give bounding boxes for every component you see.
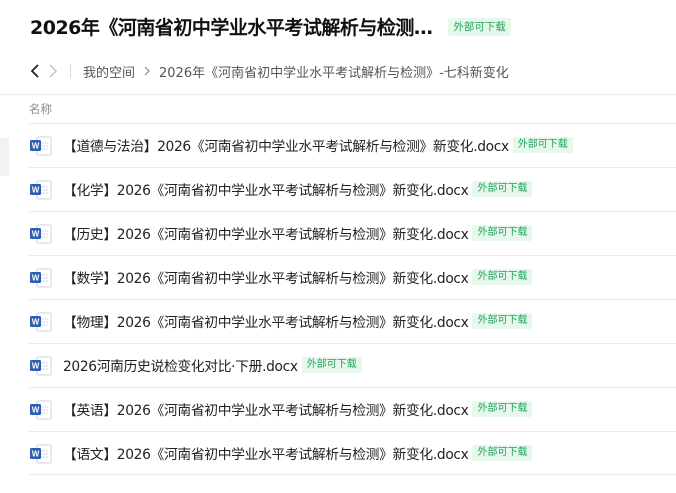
external-download-badge: 外部可下载 [472, 313, 533, 329]
row-divider [29, 123, 676, 124]
file-name[interactable]: 【化学】2026《河南省初中学业水平考试解析与检测》新变化.docx [63, 179, 469, 199]
word-doc-icon: W [30, 268, 52, 288]
list-item[interactable]: W 【化学】2026《河南省初中学业水平考试解析与检测》新变化.docx 外部可… [0, 167, 676, 211]
list-item[interactable]: W 【道德与法治】2026《河南省初中学业水平考试解析与检测》新变化.docx … [0, 123, 676, 167]
file-name[interactable]: 【物理】2026《河南省初中学业水平考试解析与检测》新变化.docx [63, 311, 469, 331]
word-doc-icon: W [30, 444, 52, 464]
external-download-badge: 外部可下载 [448, 17, 511, 36]
external-download-badge: 外部可下载 [472, 225, 533, 241]
row-divider [29, 167, 676, 168]
file-name[interactable]: 2026河南历史说检变化对比·下册.docx [63, 355, 298, 375]
svg-text:W: W [32, 142, 40, 151]
column-header-name[interactable]: 名称 [29, 101, 52, 117]
svg-text:W: W [32, 318, 40, 327]
list-item[interactable]: W 2026河南历史说检变化对比·下册.docx 外部可下载 [0, 343, 676, 387]
breadcrumb-current-folder[interactable]: 2026年《河南省初中学业水平考试解析与检测》-七科新变化 [159, 62, 509, 81]
breadcrumb-separator-icon [144, 66, 150, 76]
word-doc-icon: W [30, 400, 52, 420]
row-divider [29, 387, 676, 388]
external-download-badge: 外部可下载 [472, 181, 533, 197]
file-name[interactable]: 【数学】2026《河南省初中学业水平考试解析与检测》新变化.docx [63, 267, 469, 287]
word-doc-icon: W [30, 136, 52, 156]
external-download-badge: 外部可下载 [472, 401, 533, 417]
row-divider [29, 299, 676, 300]
word-doc-icon: W [30, 312, 52, 332]
file-content: 【物理】2026《河南省初中学业水平考试解析与检测》新变化.docx 外部可下载 [63, 311, 533, 331]
row-divider [29, 343, 676, 344]
chevron-right-icon [49, 64, 58, 78]
file-content: 【英语】2026《河南省初中学业水平考试解析与检测》新变化.docx 外部可下载 [63, 399, 533, 419]
svg-text:W: W [32, 230, 40, 239]
word-doc-icon: W [30, 180, 52, 200]
file-name[interactable]: 【道德与法治】2026《河南省初中学业水平考试解析与检测》新变化.docx [63, 135, 509, 155]
file-content: 【道德与法治】2026《河南省初中学业水平考试解析与检测》新变化.docx 外部… [63, 135, 573, 155]
svg-text:W: W [32, 362, 40, 371]
file-content: 【语文】2026《河南省初中学业水平考试解析与检测》新变化.docx 外部可下载 [63, 443, 533, 463]
forward-button[interactable] [48, 61, 66, 81]
word-doc-icon: W [30, 224, 52, 244]
file-name[interactable]: 【历史】2026《河南省初中学业水平考试解析与检测》新变化.docx [63, 223, 469, 243]
row-divider [29, 431, 676, 432]
list-item[interactable]: W 【物理】2026《河南省初中学业水平考试解析与检测》新变化.docx 外部可… [0, 299, 676, 343]
page-title: 2026年《河南省初中学业水平考试解析与检测… [30, 17, 433, 39]
svg-text:W: W [32, 274, 40, 283]
back-button[interactable] [30, 61, 48, 81]
file-content: 【化学】2026《河南省初中学业水平考试解析与检测》新变化.docx 外部可下载 [63, 179, 533, 199]
list-item[interactable]: W 【历史】2026《河南省初中学业水平考试解析与检测》新变化.docx 外部可… [0, 211, 676, 255]
list-item[interactable]: W 【数学】2026《河南省初中学业水平考试解析与检测》新变化.docx 外部可… [0, 255, 676, 299]
external-download-badge: 外部可下载 [512, 137, 573, 153]
header-divider [0, 94, 676, 95]
row-divider [29, 474, 676, 475]
file-content: 【历史】2026《河南省初中学业水平考试解析与检测》新变化.docx 外部可下载 [63, 223, 533, 243]
page-header: 2026年《河南省初中学业水平考试解析与检测… 外部可下载 我的空间 2026年… [0, 0, 676, 96]
file-content: 【数学】2026《河南省初中学业水平考试解析与检测》新变化.docx 外部可下载 [63, 267, 533, 287]
chevron-left-icon [30, 64, 39, 78]
word-doc-icon: W [30, 356, 52, 376]
file-content: 2026河南历史说检变化对比·下册.docx 外部可下载 [63, 355, 362, 375]
external-download-badge: 外部可下载 [472, 269, 533, 285]
breadcrumb-my-space[interactable]: 我的空间 [83, 62, 135, 81]
list-item[interactable]: W 【英语】2026《河南省初中学业水平考试解析与检测》新变化.docx 外部可… [0, 387, 676, 431]
breadcrumb: 我的空间 2026年《河南省初中学业水平考试解析与检测》-七科新变化 [30, 61, 509, 81]
svg-text:W: W [32, 406, 40, 415]
file-name[interactable]: 【语文】2026《河南省初中学业水平考试解析与检测》新变化.docx [63, 443, 469, 463]
external-download-badge: 外部可下载 [472, 445, 533, 461]
file-name[interactable]: 【英语】2026《河南省初中学业水平考试解析与检测》新变化.docx [63, 399, 469, 419]
nav-divider [70, 64, 71, 78]
row-divider [29, 255, 676, 256]
title-row: 2026年《河南省初中学业水平考试解析与检测… 外部可下载 [30, 13, 511, 40]
svg-text:W: W [32, 186, 40, 195]
svg-text:W: W [32, 450, 40, 459]
file-list: W 【道德与法治】2026《河南省初中学业水平考试解析与检测》新变化.docx … [0, 123, 676, 475]
row-divider [29, 211, 676, 212]
list-item[interactable]: W 【语文】2026《河南省初中学业水平考试解析与检测》新变化.docx 外部可… [0, 431, 676, 475]
external-download-badge: 外部可下载 [301, 357, 362, 373]
